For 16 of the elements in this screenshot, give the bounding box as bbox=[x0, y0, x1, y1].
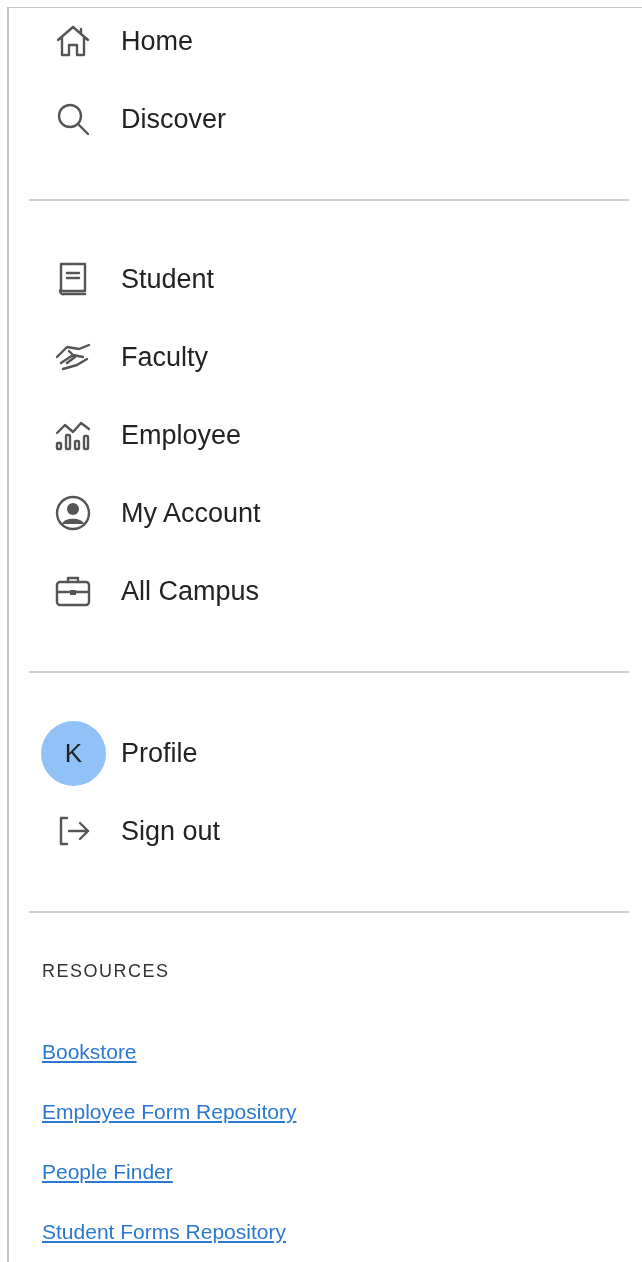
nav-item[interactable]: Faculty bbox=[9, 318, 629, 396]
resource-link[interactable]: Student Forms Repository bbox=[42, 1217, 286, 1262]
nav-item[interactable]: All Campus bbox=[9, 552, 629, 630]
nav-item[interactable]: Sign out bbox=[9, 792, 629, 870]
nav-item[interactable]: K Profile bbox=[9, 714, 629, 792]
account-icon bbox=[53, 493, 93, 533]
section-heading: RESOURCES bbox=[42, 960, 170, 983]
resource-link[interactable]: Bookstore bbox=[42, 1037, 137, 1097]
resource-link[interactable]: Employee Form Repository bbox=[42, 1097, 297, 1157]
nav-item[interactable]: My Account bbox=[9, 474, 629, 552]
nav-item[interactable]: Discover bbox=[9, 80, 629, 158]
resource-link[interactable]: People Finder bbox=[42, 1157, 173, 1217]
nav-item[interactable]: Student bbox=[9, 240, 629, 318]
nav-item[interactable]: Employee bbox=[9, 396, 629, 474]
nav-item[interactable]: Home bbox=[9, 2, 629, 80]
avatar: K bbox=[41, 720, 106, 786]
